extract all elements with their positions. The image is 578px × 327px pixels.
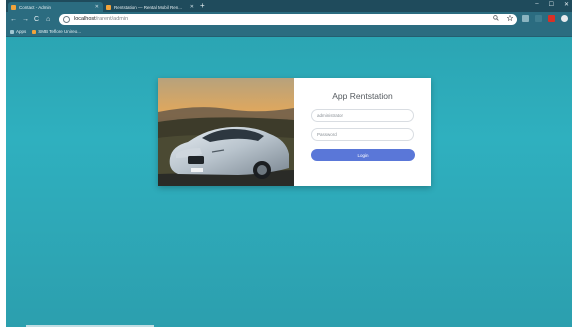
url-path: /rarent/admin — [95, 16, 129, 22]
url-text[interactable]: localhost/rarent/admin — [74, 15, 128, 24]
extension-icon[interactable] — [522, 15, 529, 22]
login-card: App Rentstation Login — [158, 78, 431, 186]
site-favicon-icon — [106, 4, 111, 10]
site-favicon-icon — [11, 4, 16, 10]
login-button[interactable]: Login — [311, 149, 415, 161]
username-field[interactable] — [311, 109, 414, 122]
close-tab-icon[interactable]: ✕ — [190, 4, 194, 10]
profile-avatar-icon[interactable] — [561, 15, 568, 22]
extension-icon[interactable] — [535, 15, 542, 22]
bookmark-apps[interactable]: Apps — [10, 29, 26, 34]
minimize-button[interactable]: – — [535, 1, 538, 8]
login-form: App Rentstation Login — [294, 78, 431, 186]
close-window-button[interactable]: ✕ — [564, 1, 569, 8]
bookmark-label: Apps — [16, 29, 27, 34]
close-tab-icon[interactable]: ✕ — [95, 4, 99, 10]
bookmark-favicon-icon — [32, 29, 37, 34]
window-controls: – ☐ ✕ — [535, 1, 569, 8]
car-image — [158, 78, 294, 186]
site-info-icon[interactable] — [63, 16, 70, 23]
new-tab-button[interactable]: + — [200, 1, 205, 11]
tab-strip: Contact - Admin ✕ Rentstation — Rental M… — [6, 0, 572, 12]
password-field[interactable] — [311, 128, 414, 141]
browser-window: Contact - Admin ✕ Rentstation — Rental M… — [6, 0, 572, 327]
tab-contact-admin[interactable]: Contact - Admin ✕ — [8, 2, 103, 12]
tab-title: Rentstation — Rental Mobil Ren... — [114, 4, 183, 10]
omnibox-actions — [493, 14, 514, 25]
browser-toolbar: ← → C ⌂ localhost/rarent/admin — [6, 12, 572, 27]
page-background: App Rentstation Login — [6, 37, 572, 327]
star-icon[interactable] — [506, 14, 514, 25]
login-title: App Rentstation — [332, 91, 393, 101]
url-host: localhost — [74, 16, 96, 22]
search-icon[interactable] — [493, 15, 499, 25]
extensions-area — [522, 15, 568, 22]
back-button[interactable]: ← — [10, 15, 17, 24]
tab-title: Contact - Admin — [19, 4, 52, 10]
tab-rentstation[interactable]: Rentstation — Rental Mobil Ren... ✕ — [103, 2, 198, 12]
apps-grid-icon — [10, 29, 14, 34]
maximize-button[interactable]: ☐ — [549, 1, 554, 8]
address-bar[interactable]: localhost/rarent/admin — [59, 14, 517, 25]
home-button[interactable]: ⌂ — [46, 15, 50, 24]
bookmark-smb[interactable]: SMB Teflore Unireo... — [32, 29, 81, 34]
forward-button[interactable]: → — [22, 15, 29, 24]
bookmark-label: SMB Teflore Unireo... — [38, 29, 81, 34]
extension-icon[interactable] — [548, 15, 555, 22]
bookmarks-bar: Apps SMB Teflore Unireo... — [6, 27, 572, 37]
reload-button[interactable]: C — [34, 15, 39, 24]
